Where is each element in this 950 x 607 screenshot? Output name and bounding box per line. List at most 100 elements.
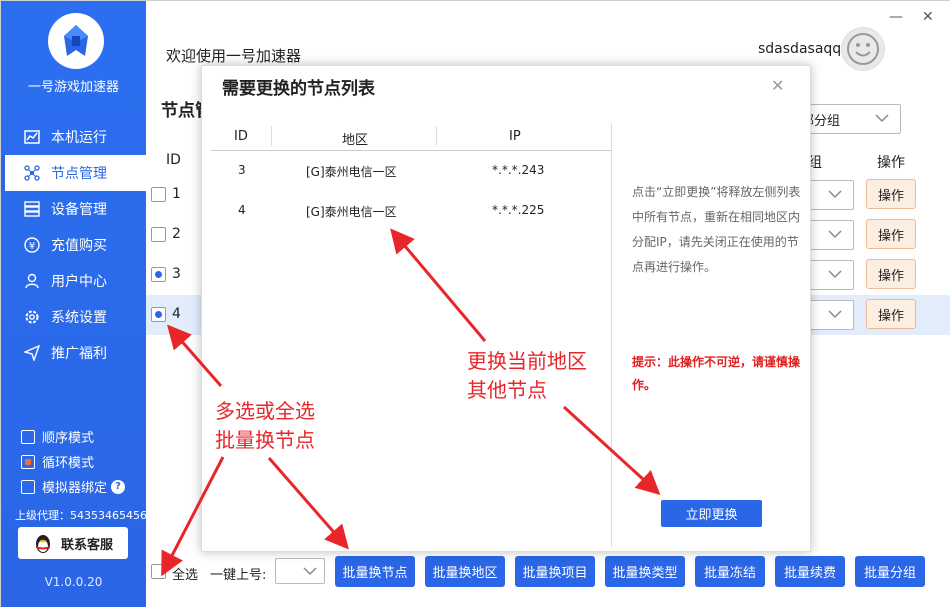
mode-loop[interactable]: 循环模式 <box>21 449 125 474</box>
sidebar-item-user-center[interactable]: 用户中心 <box>1 263 146 299</box>
vertical-divider <box>611 123 612 547</box>
operation-button[interactable]: 操作 <box>866 299 916 329</box>
sidebar-item-node-management[interactable]: 节点管理 <box>1 155 146 191</box>
row-region: [G]泰州电信一区 <box>306 205 397 219</box>
yen-icon: ¥ <box>23 236 41 254</box>
device-icon <box>23 200 41 218</box>
mode-emulator-binding[interactable]: 模拟器绑定 ? <box>21 474 126 499</box>
column-divider <box>436 126 437 146</box>
batch-change-node-button[interactable]: 批量换节点 <box>335 556 415 587</box>
mode-label: 模拟器绑定 <box>42 481 108 496</box>
batch-freeze-button[interactable]: 批量冻结 <box>695 556 765 587</box>
chevron-down-icon <box>302 564 318 582</box>
row-region: [G]泰州电信一区 <box>306 165 397 179</box>
row-checkbox[interactable] <box>151 307 166 322</box>
annotation-text: 更换当前地区 <box>467 349 587 373</box>
sidebar-item-label: 充值购买 <box>51 238 107 254</box>
app-name: 一号游戏加速器 <box>27 80 119 95</box>
sidebar-item-settings[interactable]: 系统设置 <box>1 299 146 335</box>
sidebar-nav: 本机运行 节点管理 设备管理 ¥ 充值购买 用户中心 系统设置 推广福利 <box>1 119 146 371</box>
close-window-icon[interactable]: ✕ <box>922 9 934 25</box>
app-logo <box>48 13 104 69</box>
checkbox[interactable] <box>21 479 35 494</box>
qq-penguin-icon <box>33 532 53 554</box>
chevron-down-icon <box>874 111 890 129</box>
sidebar: 一号游戏加速器 本机运行 节点管理 设备管理 ¥ 充值购买 用户中心 系统设置 … <box>1 1 146 607</box>
user-icon <box>23 272 41 290</box>
sidebar-item-local-run[interactable]: 本机运行 <box>1 119 146 155</box>
row-id: 1 <box>172 186 181 202</box>
username: sdasdasaqq <box>758 41 842 57</box>
node-list-table: ID 地区 IP 3 [G]泰州电信一区 *.*.*.243 4 [G]泰州电信… <box>211 123 611 231</box>
avatar[interactable] <box>841 27 885 71</box>
one-key-up-label: 一键上号: <box>210 568 267 583</box>
annotation-text: 批量换节点 <box>215 428 315 452</box>
gear-icon <box>23 308 41 326</box>
minimize-icon[interactable]: — <box>889 9 903 25</box>
customer-service-label: 联系客服 <box>60 537 113 553</box>
customer-service-button[interactable]: 联系客服 <box>18 527 128 559</box>
help-icon[interactable]: ? <box>111 479 126 494</box>
row-id: 2 <box>172 226 181 242</box>
select-all-label: 全选 <box>172 568 199 583</box>
chevron-down-icon <box>827 267 843 285</box>
dialog-description: 点击“立即更换”将释放左侧列表中所有节点，重新在相同地区内分配IP，请先关闭正在… <box>632 185 801 274</box>
mode-sequence[interactable]: 顺序模式 <box>21 424 125 449</box>
annotation-text: 其他节点 <box>467 378 547 402</box>
operation-button[interactable]: 操作 <box>866 219 916 249</box>
one-key-up-select[interactable] <box>275 558 325 584</box>
header-region: 地区 <box>342 133 369 148</box>
sidebar-item-label: 系统设置 <box>51 310 107 326</box>
replace-now-button[interactable]: 立即更换 <box>661 500 762 527</box>
checkbox[interactable] <box>21 454 35 469</box>
column-divider <box>271 126 272 146</box>
batch-change-type-button[interactable]: 批量换类型 <box>605 556 685 587</box>
sidebar-item-label: 用户中心 <box>51 274 107 290</box>
row-ip: *.*.*.243 <box>492 163 545 177</box>
sidebar-item-device-management[interactable]: 设备管理 <box>1 191 146 227</box>
sidebar-item-label: 设备管理 <box>51 202 107 218</box>
node-list-header: ID 地区 IP <box>211 123 611 151</box>
row-checkbox[interactable] <box>151 267 166 282</box>
header-ip: IP <box>509 129 521 144</box>
checkbox[interactable] <box>21 429 35 444</box>
row-id: 4 <box>172 306 181 322</box>
sidebar-item-recharge[interactable]: ¥ 充值购买 <box>1 227 146 263</box>
dialog-title: 需要更换的节点列表 <box>222 79 375 99</box>
mode-label: 顺序模式 <box>42 431 95 446</box>
batch-group-button[interactable]: 批量分组 <box>855 556 925 587</box>
version-label: V1.0.0.20 <box>44 575 103 589</box>
mode-label: 循环模式 <box>42 456 95 471</box>
header-id: ID <box>234 129 248 144</box>
operation-button[interactable]: 操作 <box>866 179 916 209</box>
row-checkbox[interactable] <box>151 227 166 242</box>
sidebar-item-label: 节点管理 <box>51 166 107 182</box>
row-id: 3 <box>238 163 246 177</box>
row-id: 4 <box>238 203 246 217</box>
svg-text:¥: ¥ <box>29 241 35 252</box>
mode-options: 顺序模式 循环模式 模拟器绑定 ? <box>21 424 126 499</box>
row-checkbox[interactable] <box>151 187 166 202</box>
operation-button[interactable]: 操作 <box>866 259 916 289</box>
row-ip: *.*.*.225 <box>492 203 545 217</box>
column-header-operation: 操作 <box>877 155 905 171</box>
batch-change-region-button[interactable]: 批量换地区 <box>425 556 505 587</box>
node-list-row: 4 [G]泰州电信一区 *.*.*.225 <box>211 191 611 231</box>
agent-info: 上级代理：5435346545656 <box>15 509 146 522</box>
select-all-checkbox[interactable] <box>151 564 166 579</box>
replace-node-dialog: 需要更换的节点列表 ✕ ID 地区 IP 3 [G]泰州电信一区 *.*.*.2… <box>201 65 811 552</box>
chart-icon <box>23 128 41 146</box>
chevron-down-icon <box>827 307 843 325</box>
node-list-row: 3 [G]泰州电信一区 *.*.*.243 <box>211 151 611 191</box>
close-icon[interactable]: ✕ <box>771 76 784 95</box>
batch-renew-button[interactable]: 批量续费 <box>775 556 845 587</box>
sidebar-item-label: 本机运行 <box>51 130 107 146</box>
sidebar-item-label: 推广福利 <box>51 346 107 362</box>
sidebar-item-promotion[interactable]: 推广福利 <box>1 335 146 371</box>
batch-change-project-button[interactable]: 批量换项目 <box>515 556 595 587</box>
welcome-text: 欢迎使用一号加速器 <box>166 47 302 65</box>
nodes-icon <box>23 164 41 182</box>
bottom-toolbar: 全选 一键上号: 批量换节点 批量换地区 批量换项目 批量换类型 批量冻结 批量… <box>146 555 950 589</box>
column-header-id: ID <box>166 152 181 168</box>
chevron-down-icon <box>827 227 843 245</box>
